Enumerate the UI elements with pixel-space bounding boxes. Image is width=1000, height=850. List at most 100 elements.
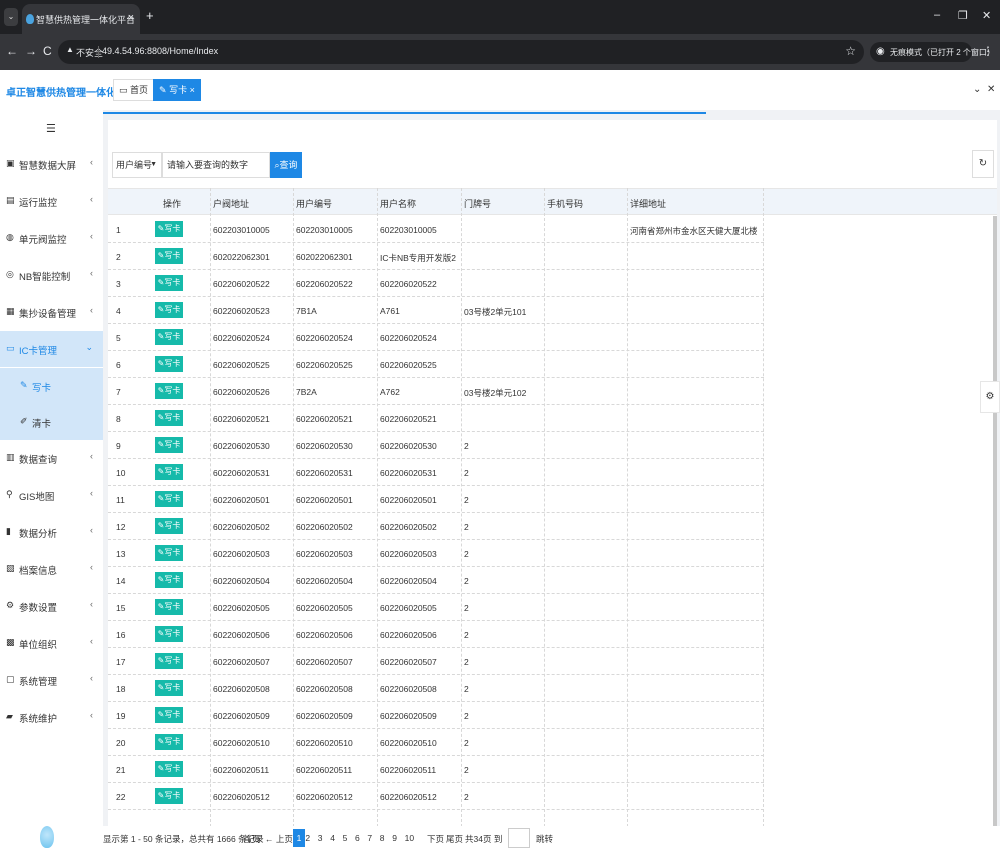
address-bar[interactable]: ▲ 不安全 49.4.54.96:8808/Home/Index ☆ [58,40,864,64]
sidebar-item[interactable]: ▦ 集抄设备管理 ‹ [0,294,103,330]
sidebar-toggle-icon[interactable]: ☰ [46,122,56,135]
table-cell: 602206020524 [213,333,270,343]
table-cell: 602206020503 [380,549,437,559]
refresh-button[interactable]: ↻ [972,150,994,178]
write-card-button[interactable]: ✎写卡 [155,707,183,723]
url-text[interactable]: 49.4.54.96:8808/Home/Index [102,46,218,56]
sidebar-item[interactable]: ▭ IC卡管理 ⌄ [0,331,103,367]
page-number-button[interactable]: 10 [405,833,414,843]
write-card-button[interactable]: ✎写卡 [155,410,183,426]
table-cell: 602203010005 [296,225,353,235]
sidebar-item[interactable]: ⚙ 参数设置 ‹ [0,588,103,624]
sidebar-item[interactable]: ▩ 单位组织 ‹ [0,625,103,661]
minimize-button[interactable]: – [934,9,940,21]
table-cell: 602206020503 [213,549,270,559]
tab-close-icon[interactable]: × [128,12,134,24]
write-card-button[interactable]: ✎写卡 [155,788,183,804]
write-card-button[interactable]: ✎写卡 [155,437,183,453]
page-number-button[interactable]: 4 [330,833,335,843]
close-tabs-icon[interactable]: ✕ [987,84,995,95]
page-number-button[interactable]: 3 [318,833,323,843]
sidebar-subitem[interactable]: ✐ 清卡 [0,404,103,440]
back-button[interactable]: ← [6,44,18,58]
tab-search-icon[interactable]: ⌄ [4,8,18,26]
row-index: 17 [116,657,126,667]
bookmark-star-icon[interactable]: ☆ [845,44,856,58]
page-number-button[interactable]: 9 [392,833,397,843]
table-cell: A762 [380,387,400,397]
theme-settings-icon[interactable]: ⚙ [980,381,1000,413]
write-card-button[interactable]: ✎写卡 [155,734,183,750]
write-card-button[interactable]: ✎写卡 [155,275,183,291]
table-cell: 602206020510 [296,738,353,748]
prev-page-button[interactable]: ← 上页 [265,833,293,845]
keyword-input[interactable]: 请输入要查询的数字 [162,152,270,178]
next-page-button[interactable]: 下页 [427,833,444,845]
sidebar-item[interactable]: ◎ NB智能控制 ‹ [0,257,103,293]
write-card-button[interactable]: ✎写卡 [155,329,183,345]
new-tab-button[interactable]: + [146,8,154,23]
sidebar-subitem[interactable]: ✎ 写卡 [0,368,103,404]
sidebar-item[interactable]: ◍ 单元阀监控 ‹ [0,220,103,256]
write-card-button[interactable]: ✎写卡 [155,761,183,777]
window-close-button[interactable]: ✕ [982,9,991,22]
maximize-button[interactable]: ❐ [958,9,968,22]
write-card-button[interactable]: ✎写卡 [155,545,183,561]
page-number-button[interactable]: 6 [355,833,360,843]
write-card-button[interactable]: ✎写卡 [155,626,183,642]
sidebar-item[interactable]: ▤ 运行监控 ‹ [0,183,103,219]
sidebar-item-label: 运行监控 [19,198,58,209]
edit-icon: ✎ [159,85,167,95]
sidebar-item[interactable]: ⚲ GIS地图 ‹ [0,477,103,513]
table-cell: 03号楼2单元102 [464,388,527,398]
table-cell: 602206020501 [213,495,270,505]
jump-button[interactable]: 跳转 [536,833,553,845]
write-card-button[interactable]: ✎写卡 [155,680,183,696]
search-field-select[interactable]: 用户编号 ▼ [112,152,162,178]
browser-tab[interactable]: 智慧供热管理一体化平台 × [22,4,140,34]
table-scrollbar[interactable] [993,216,997,832]
last-page-button[interactable]: 尾页 [446,833,463,845]
chevron-icon: ‹ [90,305,93,315]
sidebar-item[interactable]: ▧ 档案信息 ‹ [0,551,103,587]
row-index: 4 [116,306,121,316]
write-card-button[interactable]: ✎写卡 [155,653,183,669]
tab-write-card[interactable]: ✎ 写卡 × [153,79,201,101]
reload-button[interactable]: C [43,44,52,58]
page-number-button[interactable]: 1 [293,829,305,847]
browser-tab-bar: ⌄ 智慧供热管理一体化平台 × + – ❐ ✕ [0,0,1000,34]
table-cell: 602206020509 [213,711,270,721]
sidebar-item[interactable]: ▰ 系统维护 ‹ [0,699,103,735]
write-card-button[interactable]: ✎写卡 [155,491,183,507]
write-card-button[interactable]: ✎写卡 [155,572,183,588]
write-card-button-label: 写卡 [164,359,181,368]
query-button[interactable]: ⌕查询 [270,152,302,178]
table-cell: 602206020505 [213,603,270,613]
write-card-button[interactable]: ✎写卡 [155,464,183,480]
page-number-button[interactable]: 8 [380,833,385,843]
page-number-button[interactable]: 7 [367,833,372,843]
browser-menu-icon[interactable]: ⋮ [982,44,994,58]
write-card-button[interactable]: ✎写卡 [155,356,183,372]
tabs-dropdown-icon[interactable]: ⌄ [973,84,981,95]
incognito-badge[interactable]: ◉ 无痕模式（已打开 2 个窗口） [870,42,995,62]
write-card-button[interactable]: ✎写卡 [155,221,183,237]
first-page-button[interactable]: 首页 [243,833,260,845]
write-card-button[interactable]: ✎写卡 [155,599,183,615]
write-card-button-label: 写卡 [164,467,181,476]
sidebar-item-label: NB智能控制 [19,272,71,283]
browser-toolbar: ← → C ▲ 不安全 49.4.54.96:8808/Home/Index ☆… [0,34,1000,70]
tab-home[interactable]: ▭ 首页 [113,79,155,101]
page-jump-input[interactable] [508,828,530,848]
sidebar-item[interactable]: ▣ 智慧数据大屏 ‹ [0,146,103,182]
write-card-button[interactable]: ✎写卡 [155,383,183,399]
page-number-button[interactable]: 5 [343,833,348,843]
sidebar-item[interactable]: ▮ 数据分析 ‹ [0,514,103,550]
sidebar-item[interactable]: ▢ 系统管理 ‹ [0,662,103,698]
write-card-button[interactable]: ✎写卡 [155,518,183,534]
write-card-button[interactable]: ✎写卡 [155,302,183,318]
forward-button[interactable]: → [25,44,37,58]
write-card-button[interactable]: ✎写卡 [155,248,183,264]
page-number-button[interactable]: 2 [305,833,310,843]
sidebar-item[interactable]: ▥ 数据查询 ‹ [0,440,103,476]
